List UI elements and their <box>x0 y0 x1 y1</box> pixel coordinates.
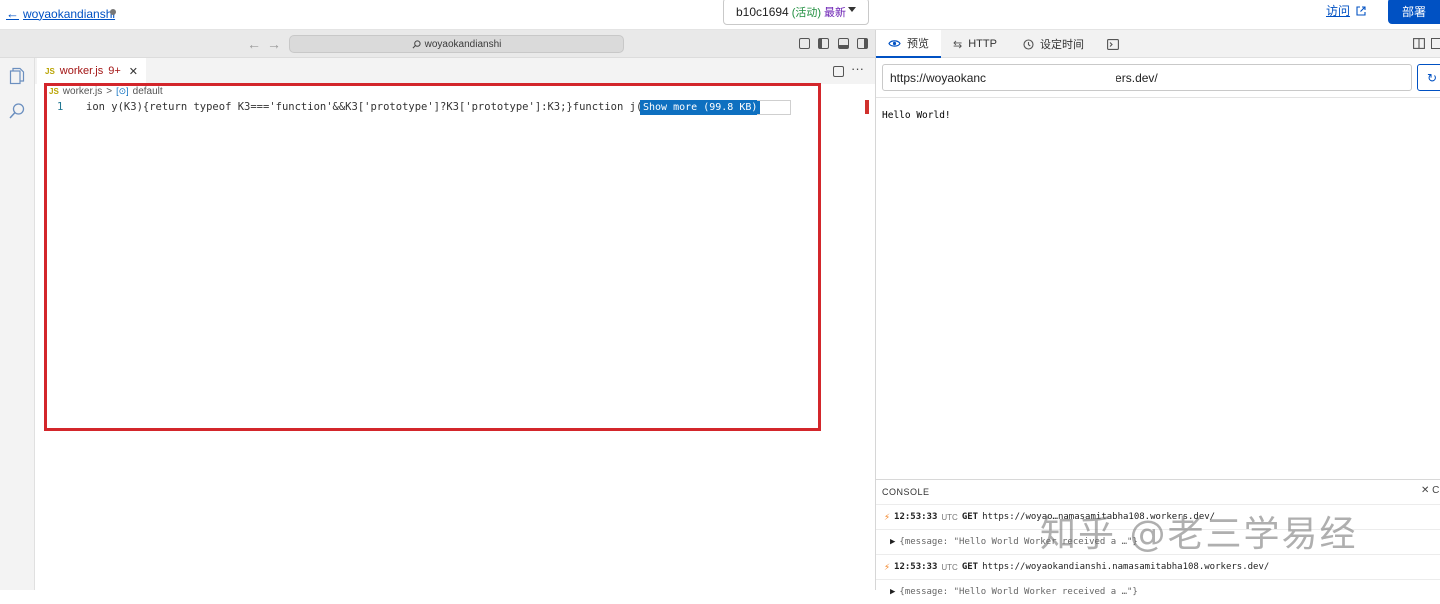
more-actions-icon[interactable]: ··· <box>851 61 864 76</box>
console-log-row[interactable]: ⚡ 12:53:33 UTC GET https://woyaokandians… <box>876 554 1440 579</box>
worker-name: woyaokandianshi <box>23 6 116 21</box>
code-editor[interactable]: JS worker.js 9+ ✕ ··· JS worker.js > [⊙]… <box>35 58 875 590</box>
problems-badge: 9+ <box>108 65 121 77</box>
swap-arrows-icon: ⇆ <box>953 38 963 51</box>
tab-preview[interactable]: 预览 <box>876 30 941 58</box>
code-line[interactable]: 1 ion y(K3){return typeof K3==='function… <box>35 100 875 115</box>
log-message: {message: "Hello World Worker received a… <box>899 537 1138 547</box>
breadcrumb: JS worker.js > [⊙] default <box>49 86 163 97</box>
refresh-button[interactable]: ↻ <box>1417 64 1440 91</box>
log-method: GET <box>961 562 979 572</box>
split-editor-icon[interactable] <box>833 66 844 77</box>
expand-triangle-icon[interactable]: ▶ <box>890 587 895 597</box>
command-center-search[interactable]: woyaokandianshi <box>289 35 624 53</box>
eye-icon <box>888 39 901 47</box>
toggle-panel-icon[interactable] <box>838 38 849 49</box>
version-select[interactable]: b10c1694 (活动) 最新 <box>723 0 869 25</box>
command-center-label: woyaokandianshi <box>424 38 502 50</box>
visit-link[interactable]: 访问 <box>1326 2 1366 19</box>
version-id: b10c1694 <box>736 4 789 19</box>
version-latest-tag: 最新 <box>824 6 847 19</box>
back-to-worker-link[interactable]: ← woyaokandianshi <box>6 6 115 21</box>
console-log-message[interactable]: ▶ {message: "Hello World Worker received… <box>876 529 1440 554</box>
divider <box>876 97 1440 98</box>
external-link-icon <box>1356 5 1366 16</box>
console-log-row[interactable]: ⚡ 12:53:33 UTC GET https://woyao…namasam… <box>876 504 1440 529</box>
search-icon[interactable] <box>8 102 26 120</box>
toggle-sidebar-icon[interactable] <box>818 38 829 49</box>
visit-label: 访问 <box>1326 4 1351 18</box>
log-time: 12:53:33 <box>894 562 938 572</box>
editor-titlebar: ← → woyaokandianshi <box>0 30 875 58</box>
tab-http-label: HTTP <box>968 38 997 50</box>
line-number: 1 <box>57 101 64 113</box>
code-text[interactable]: ion y(K3){return typeof K3==='function'&… <box>86 101 687 113</box>
go-back-arrow-icon[interactable]: ← <box>247 36 261 52</box>
log-url: https://woyaokandianshi.namasamitabha108… <box>982 562 1270 572</box>
log-url: https://woyao…namasamitabha108.workers.d… <box>982 512 1216 522</box>
preview-url-input[interactable]: https://woyaokanc rkers.dev/ <box>882 64 1412 91</box>
customize-layout-icon[interactable] <box>799 38 810 49</box>
console-title: CONSOLE <box>882 487 930 497</box>
preview-response-text: Hello World! <box>882 110 951 121</box>
activity-bar <box>0 58 35 590</box>
clock-icon <box>1023 38 1034 50</box>
log-timezone: UTC <box>941 512 958 522</box>
terminal-icon <box>1107 38 1119 50</box>
worker-bolt-icon: ⚡ <box>884 561 891 573</box>
preview-panel: 预览 ⇆ HTTP 设定时间 https://woyaokanc rkers.d… <box>875 30 1440 597</box>
breadcrumb-symbol[interactable]: default <box>133 86 163 97</box>
javascript-file-icon: JS <box>45 66 55 76</box>
line-end-box <box>757 100 791 115</box>
explorer-files-icon[interactable] <box>8 67 26 85</box>
top-header: ← woyaokandianshi b10c1694 (活动) 最新 访问 部署 <box>0 0 1440 30</box>
javascript-file-icon: JS <box>49 87 59 96</box>
deploy-button[interactable]: 部署 <box>1388 0 1440 24</box>
log-time: 12:53:33 <box>894 512 938 522</box>
chevron-down-icon <box>848 7 856 12</box>
chevron-right-icon: > <box>106 86 113 97</box>
tab-filename: worker.js <box>59 65 104 77</box>
minimap-error-marker <box>865 100 869 114</box>
close-icon[interactable]: ✕ <box>129 65 138 78</box>
panel-toggle-icon[interactable] <box>1431 38 1440 49</box>
close-icon[interactable]: ✕ C <box>1421 485 1439 496</box>
url-prefix: https://woyaokanc <box>890 70 987 85</box>
back-arrow-icon: ← <box>6 6 19 21</box>
log-timezone: UTC <box>941 562 958 572</box>
console-panel: CONSOLE ✕ C ⚡ 12:53:33 UTC GET https://w… <box>876 479 1440 597</box>
log-message: {message: "Hello World Worker received a… <box>899 587 1138 597</box>
refresh-icon: ↻ <box>1426 70 1438 85</box>
tab-http[interactable]: ⇆ HTTP <box>953 30 997 58</box>
tab-schedule-label: 设定时间 <box>1040 39 1084 51</box>
search-icon <box>412 39 421 48</box>
tab-schedule[interactable]: 设定时间 <box>1023 30 1084 58</box>
symbol-icon: [⊙] <box>116 86 129 96</box>
breadcrumb-file[interactable]: worker.js <box>63 86 102 97</box>
toggle-secondary-sidebar-icon[interactable] <box>857 38 868 49</box>
url-redaction <box>996 67 1116 88</box>
show-more-button[interactable]: Show more (99.8 KB) <box>640 100 761 115</box>
worker-bolt-icon: ⚡ <box>884 511 891 523</box>
version-status: (活动) <box>791 6 822 19</box>
tab-worker-js[interactable]: JS worker.js 9+ ✕ <box>37 58 146 84</box>
editor-tab-row: JS worker.js 9+ ✕ ··· <box>35 58 875 84</box>
split-view-icon[interactable] <box>1413 38 1425 49</box>
console-log-message[interactable]: ▶ {message: "Hello World Worker received… <box>876 579 1440 604</box>
log-method: GET <box>961 512 979 522</box>
go-forward-arrow-icon[interactable]: → <box>267 36 281 52</box>
preview-tab-bar: 预览 ⇆ HTTP 设定时间 <box>876 30 1440 58</box>
unsaved-indicator-dot <box>110 9 116 15</box>
tab-terminal[interactable] <box>1107 30 1119 58</box>
tab-preview-label: 预览 <box>907 38 929 50</box>
expand-triangle-icon[interactable]: ▶ <box>890 537 895 547</box>
